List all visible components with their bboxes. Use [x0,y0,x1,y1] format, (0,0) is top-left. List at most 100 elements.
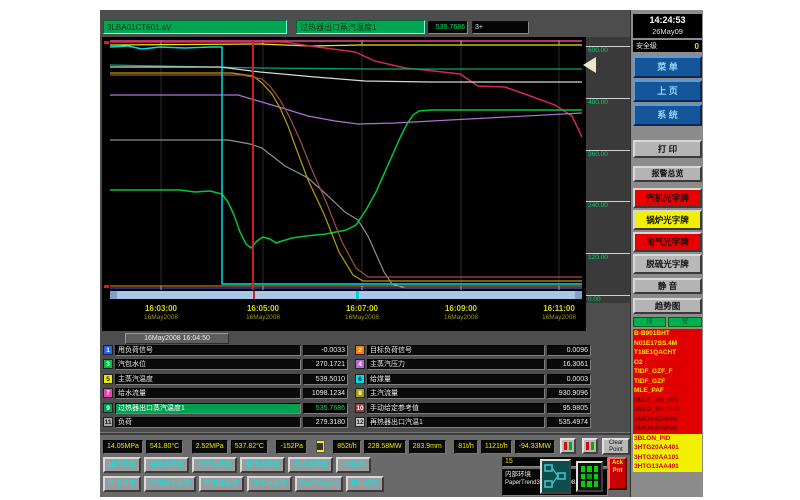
nav-button-co-op[interactable]: CO操作 [336,457,371,473]
trend-marker-button-2[interactable] [582,438,598,454]
security-count: 0 [695,42,699,51]
sidebar: 14:24:53 26May09 安全级 0 菜 单 上 页 系 统 打 印 报… [630,10,703,497]
nav-button-extraction-steam[interactable]: 抽汽系统 [103,457,141,473]
clear-point-button[interactable]: Clear Point [602,438,630,455]
status-readout: 81t/h [454,440,478,454]
alarm-item[interactable]: B-B901BHT [633,329,702,339]
nav-button-condensate[interactable]: 凝结水系统 [144,457,189,473]
alarm-tab-2[interactable]: 警 [668,317,702,327]
nav-button-closed-water[interactable]: 闭式水系统 [288,457,333,473]
clear-point-label-2: Point [604,447,628,454]
pen-value: 279.3180 [303,417,348,428]
trend-marker-button-1[interactable] [560,438,576,454]
pen-label: 甩负荷信号 [115,345,301,356]
pen-value: 1098.1234 [303,388,348,399]
alarm-item-acked[interactable]: 3MLE_HA_PID [633,396,702,406]
turbine-light-panel-button[interactable]: 汽机光字牌 [633,188,702,208]
security-level-panel: 安全级 0 [633,40,702,52]
nav-button-open-water[interactable]: 开式水系统 [247,476,292,492]
link-nodes-icon [542,461,569,492]
range-select-box: 3+ [472,21,529,34]
pen-tag-field[interactable]: 3LBA01CT601.aV [103,20,287,34]
alarm-summary-button[interactable]: 报警总览 [633,166,702,182]
x-tick-date: 16May2008 [524,314,594,322]
trend-plot[interactable] [110,40,582,290]
ack-button[interactable]: Ack Pnt [608,457,627,490]
trend-scrollbar[interactable] [110,291,582,299]
security-label: 安全级 [636,41,657,51]
alarm-flag-indicator[interactable] [316,440,325,453]
scrollbar-left-arrow[interactable] [110,291,117,299]
menu-button[interactable]: 菜 单 [633,56,702,78]
alarm-item-returned[interactable]: 3HTG20AA101 [633,453,702,463]
grid-display-button[interactable] [576,461,603,492]
pen-color-marker: 11 [103,417,113,427]
alarm-item-returned[interactable]: 3HTG13AA401 [633,462,702,472]
alarm-item-returned[interactable]: 3HTG20AA401 [633,443,702,453]
boiler-light-panel-button[interactable]: 锅炉光字牌 [633,210,702,230]
pen-color-marker: 5 [103,374,113,384]
pen-value: 0.0096 [547,345,591,356]
system-button[interactable]: 系 统 [633,104,702,126]
pen-name-field[interactable]: 过热器出口蒸汽温度1 [296,20,425,34]
status-readout: -94.33MW [515,440,555,454]
pen-label: 手动给定参考值 [367,403,545,414]
pen-value: 535.4974 [547,417,591,428]
y-tick-label: 600.00 [586,47,630,55]
clock-panel: 14:24:53 26May09 [633,14,702,38]
fgd-light-panel-button[interactable]: 脱硫光字牌 [633,254,702,274]
pen-color-marker: 6 [355,374,365,384]
nav-button-lube-oil[interactable]: 润滑油系统 [192,457,237,473]
electrical-light-panel-button[interactable]: 电气光字牌 [633,232,702,252]
nav-button-circ-water[interactable]: 循环水系统 [240,457,285,473]
alarm-item-acked[interactable]: 3MKW42AP00 [633,415,702,425]
alarm-item[interactable]: MLE_PAF [633,386,702,396]
pen-color-marker: 12 [355,417,365,427]
pen-value: 16.3061 [547,359,591,370]
nav-button-da-startstop[interactable]: DA启停画面 [295,476,343,492]
pen-label: 主汽流量 [367,388,545,399]
alarm-item[interactable]: TIDF_GZF_F [633,367,702,377]
status-readout: 2.52MPa [192,440,228,454]
pen-label: 汽包水位 [115,359,301,370]
pen-color-marker: 8 [355,388,365,398]
nav-button-eh-oil[interactable]: 抗燃油系统 [199,476,244,492]
current-value-pointer-icon[interactable] [583,57,596,73]
pen-label: 再热器出口汽温1 [367,417,545,428]
x-tick-time: 16:09:00 [426,304,496,314]
status-readout: 1121t/h [481,440,512,454]
alarm-item[interactable]: O2 [633,358,702,368]
alarm-tab-1[interactable]: 报 [633,317,666,327]
alarm-item-acked[interactable]: 3MLD_HA_PID [633,405,702,415]
alarm-item[interactable]: TIDF_GZF [633,377,702,387]
alarm-item[interactable]: T18E1QACHT [633,348,702,358]
pen-label: 主蒸汽温度 [115,374,301,385]
mute-button[interactable]: 静 音 [633,278,702,294]
status-readout: 14.05MPa [103,440,143,454]
scrollbar-right-arrow[interactable] [575,291,582,299]
pen-value: 930.9096 [547,388,591,399]
flowsheet-link-button[interactable] [540,459,571,494]
nav-button-hp-heater-drain[interactable]: 高加疏水系统 [144,476,196,492]
nav-button-feedwater[interactable]: 给水系统 [103,476,141,492]
status-readout: -152Pa [276,440,307,454]
x-tick-date: 16May2008 [327,314,397,322]
x-tick-time: 16:03:00 [126,304,196,314]
grid-cell-icon [581,466,585,472]
pen-value: 0.0003 [547,374,591,385]
trend-series-pen5-main-steam-temp [110,44,582,46]
scrollbar-position-mark [356,291,359,299]
alarm-item-returned[interactable]: 3BLON_PID [633,434,702,444]
print-button[interactable]: 打 印 [633,140,702,158]
trend-series-pen10-manual-reference [110,75,582,277]
y-tick-label: 240.00 [586,202,630,210]
previous-page-button[interactable]: 上 页 [633,80,702,102]
pen-label: 给水流量 [115,388,301,399]
alarm-item[interactable]: N01E17SS.4M [633,339,702,349]
status-readout: 228.58MW [364,440,406,454]
left-scale-bottom-marker [104,285,109,288]
ack-label-2: Pnt [610,467,625,475]
trend-graph-button[interactable]: 趋势图 [633,298,702,314]
nav-button-unit-characteristic[interactable]: 机组特性 [346,476,384,492]
alarm-item-acked[interactable]: 3MKW42AP00 [633,424,702,434]
